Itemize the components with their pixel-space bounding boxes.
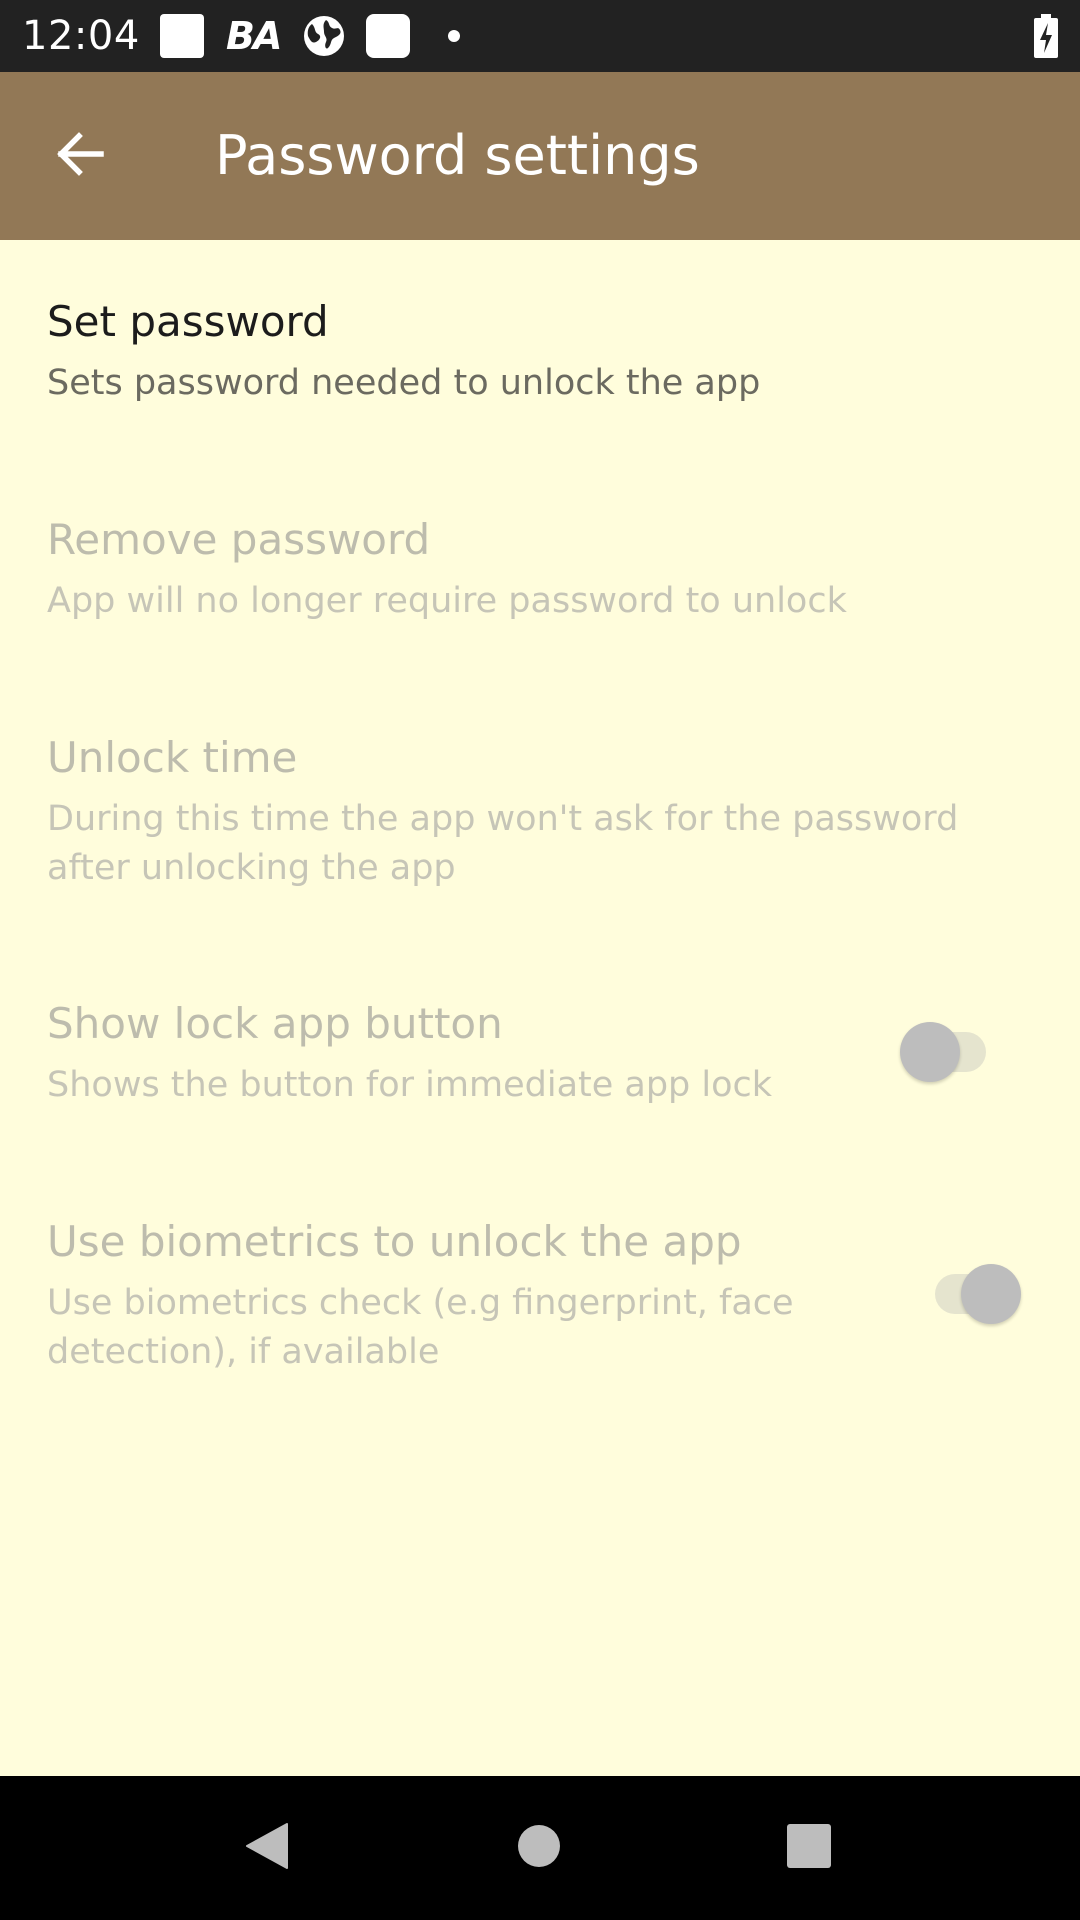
setting-summary: Sets password needed to unlock the app — [47, 363, 761, 403]
setting-unlock-time[interactable]: Unlock time During this time the app won… — [0, 676, 1080, 942]
square-notification-icon — [160, 14, 204, 58]
show-lock-app-button-switch[interactable] — [900, 1022, 1000, 1082]
setting-use-biometrics[interactable]: Use biometrics to unlock the app Use bio… — [0, 1160, 1080, 1426]
navigation-bar — [0, 1776, 1080, 1920]
setting-summary: App will no longer require password to u… — [47, 581, 847, 621]
setting-title: Unlock time — [47, 733, 298, 782]
globe-icon — [302, 14, 346, 58]
setting-set-password[interactable]: Set password Sets password needed to unl… — [0, 240, 1080, 458]
setting-summary-line-2: after unlocking the app — [47, 848, 456, 888]
status-bar: 12:04 BA — [0, 0, 1080, 72]
setting-title: Set password — [47, 297, 329, 346]
dot-icon — [448, 30, 461, 42]
square-notification-icon-2 — [366, 14, 411, 58]
use-biometrics-switch[interactable] — [921, 1264, 1021, 1324]
arrow-back-icon — [53, 127, 107, 185]
nav-back-button[interactable] — [216, 1798, 316, 1898]
switch-thumb — [900, 1022, 960, 1082]
status-time: 12:04 — [22, 13, 140, 59]
nav-home-icon — [517, 1824, 561, 1872]
setting-show-lock-app-button[interactable]: Show lock app button Shows the button fo… — [0, 942, 1080, 1160]
battery-charging-icon — [1034, 14, 1058, 58]
switch-thumb — [961, 1264, 1021, 1324]
setting-remove-password[interactable]: Remove password App will no longer requi… — [0, 458, 1080, 676]
nav-recents-button[interactable] — [759, 1798, 859, 1898]
setting-summary-line-2: detection), if available — [47, 1332, 440, 1372]
back-button[interactable] — [40, 116, 120, 196]
screen: 12:04 BA Password settings Set password … — [0, 0, 1080, 1920]
setting-summary-line-1: During this time the app won't ask for t… — [47, 799, 959, 839]
status-notification-icons: BA — [160, 14, 461, 58]
setting-title: Use biometrics to unlock the app — [47, 1217, 742, 1266]
nav-back-icon — [241, 1821, 291, 1875]
setting-title: Remove password — [47, 515, 431, 564]
nav-home-button[interactable] — [489, 1798, 589, 1898]
setting-summary-line-1: Use biometrics check (e.g fingerprint, f… — [47, 1283, 794, 1323]
page-title: Password settings — [215, 124, 700, 187]
setting-summary: Shows the button for immediate app lock — [47, 1065, 773, 1105]
setting-title: Show lock app button — [47, 999, 503, 1048]
ba-icon: BA — [226, 14, 282, 58]
app-bar: Password settings — [0, 72, 1080, 240]
nav-recents-icon — [786, 1823, 832, 1873]
